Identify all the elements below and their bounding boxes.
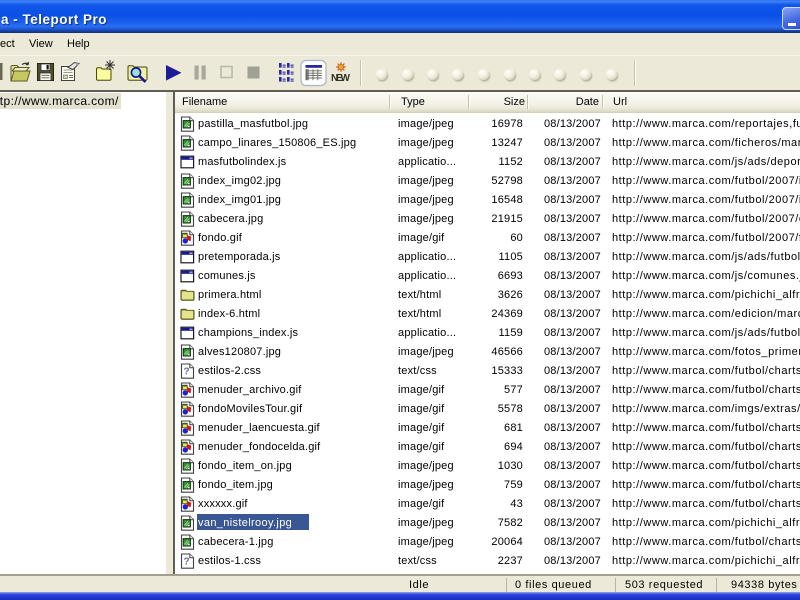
svg-text:NEW: NEW (331, 73, 351, 84)
